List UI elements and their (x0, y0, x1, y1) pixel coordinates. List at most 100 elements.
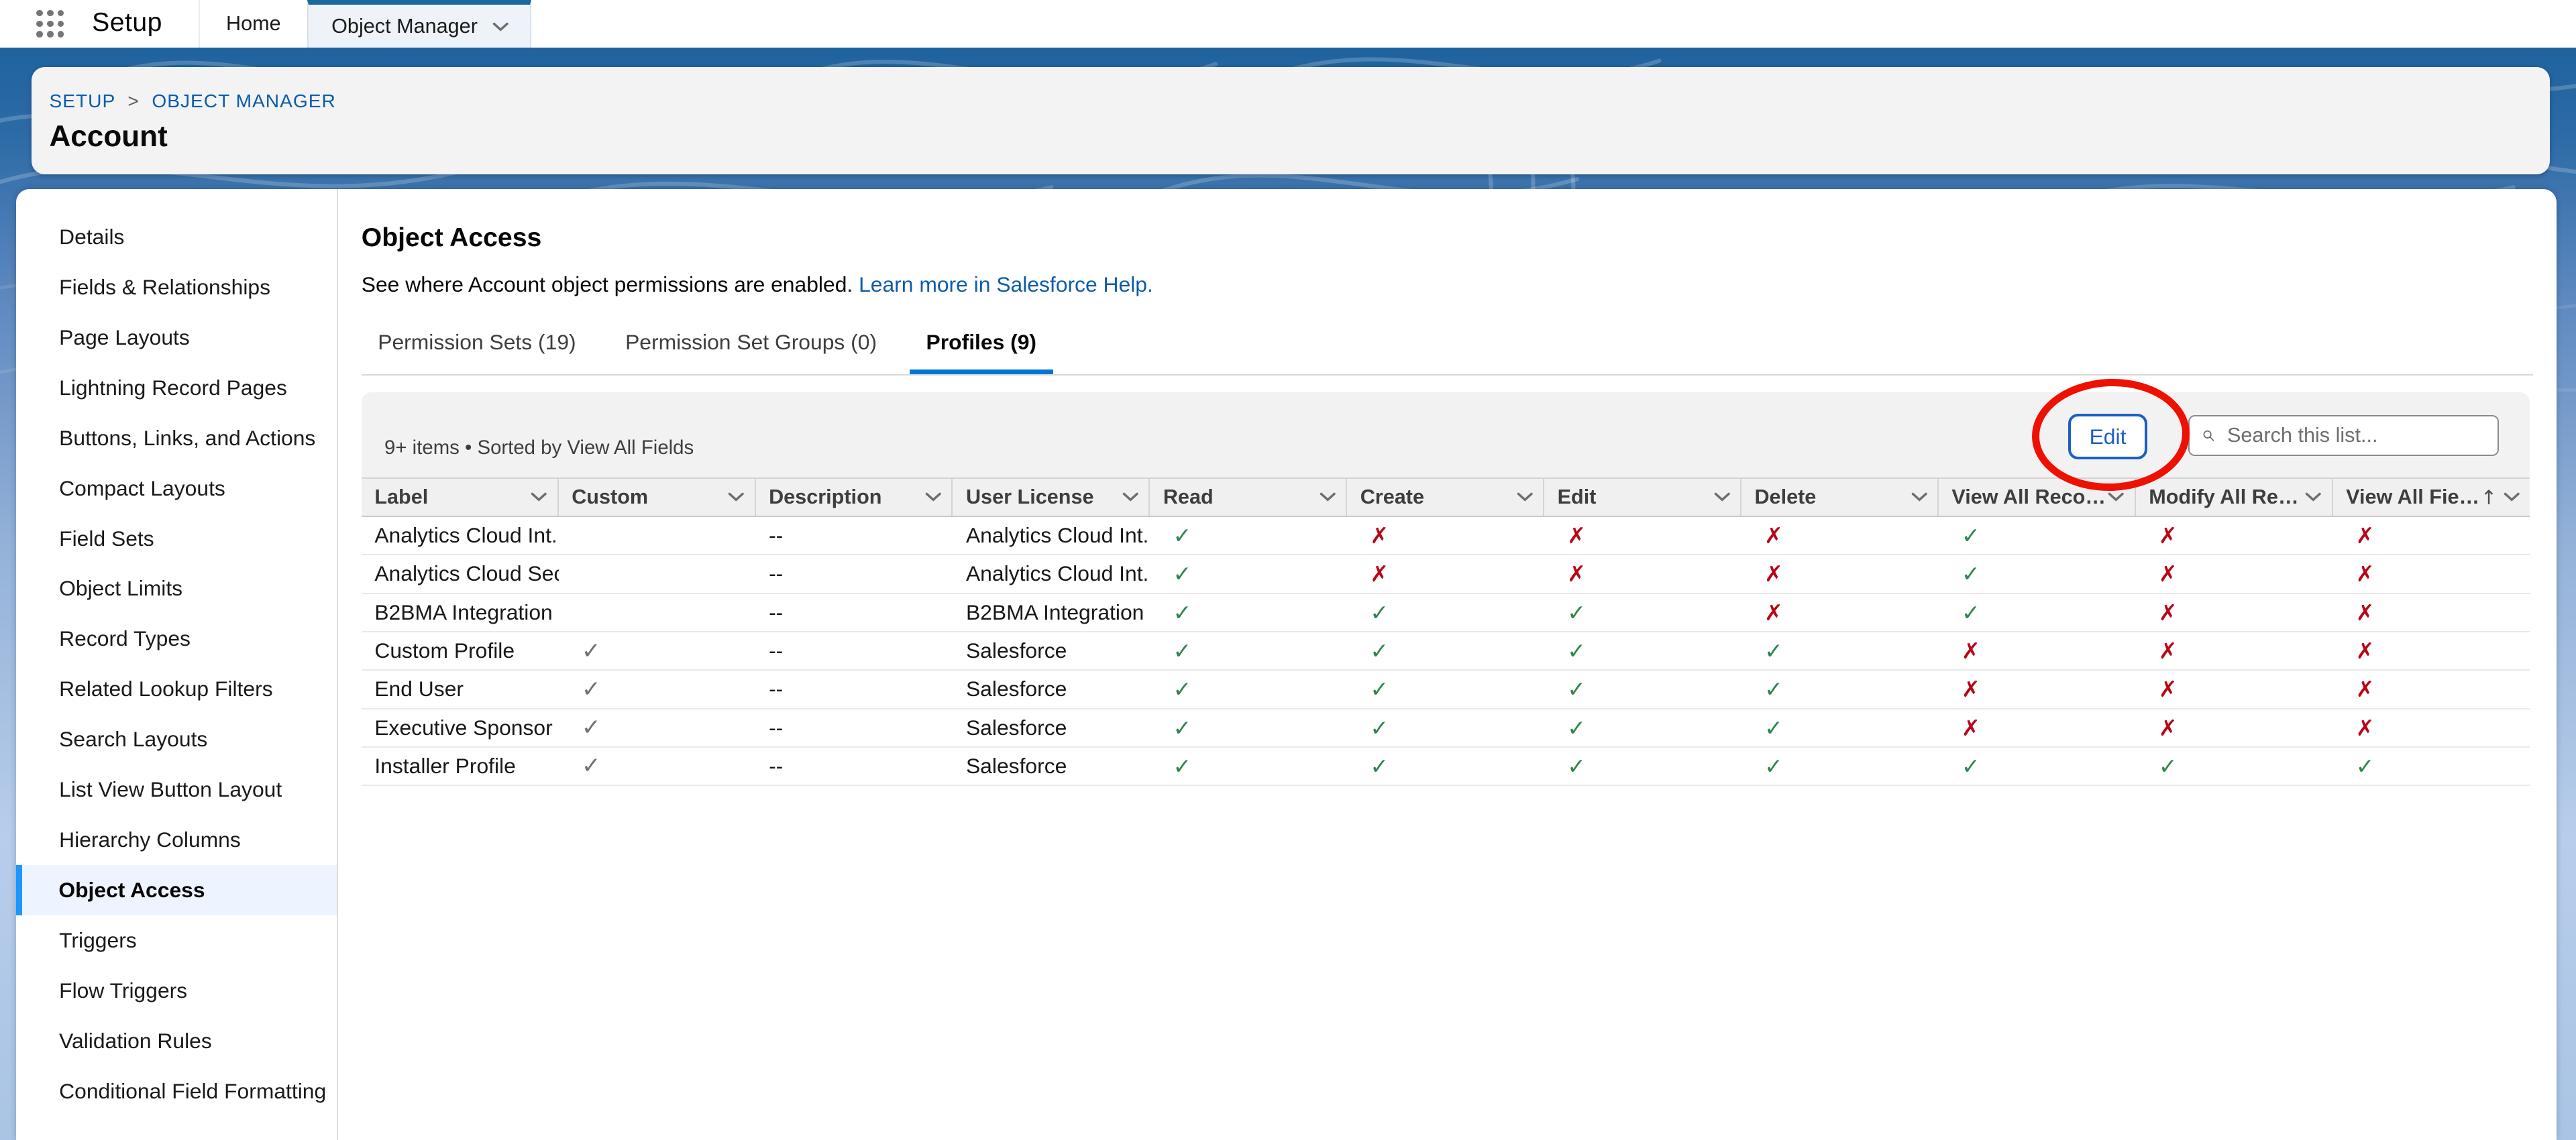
breadcrumb-setup-link[interactable]: SETUP (49, 91, 115, 111)
cell-label: End User (362, 671, 559, 707)
cell-create: ✗ (1347, 555, 1544, 592)
check-icon: ✓ (1962, 561, 1980, 587)
check-icon: ✓ (1370, 753, 1389, 779)
sidebar-item-list-view-button-layout[interactable]: List View Button Layout (16, 764, 337, 815)
cell-custom: ✓ (559, 748, 756, 785)
column-header-label[interactable]: Label (362, 479, 559, 516)
cell-modify-all-records: ✗ (2136, 671, 2333, 707)
chevron-down-icon[interactable] (2108, 492, 2124, 502)
column-header-description[interactable]: Description (756, 479, 953, 516)
column-header-delete[interactable]: Delete (1741, 479, 1939, 516)
sidebar-item-hierarchy-columns[interactable]: Hierarchy Columns (16, 815, 337, 865)
nav-tab-home[interactable]: Home (199, 0, 307, 48)
cell-read: ✓ (1150, 748, 1347, 785)
nav-tab-object-manager[interactable]: Object Manager (307, 0, 531, 48)
column-header-modify-all-rec[interactable]: Modify All Rec... (2136, 479, 2333, 516)
sidebar-item-buttons-links-and-actions[interactable]: Buttons, Links, and Actions (16, 413, 337, 463)
chevron-down-icon[interactable] (492, 22, 508, 32)
cell-edit: ✓ (1544, 594, 1741, 631)
cell-modify-all-records: ✗ (2136, 517, 2333, 554)
cell-edit: ✗ (1544, 555, 1741, 592)
chevron-down-icon[interactable] (1714, 492, 1730, 502)
sidebar-item-details[interactable]: Details (16, 212, 337, 262)
table-row: Installer Profile✓--Salesforce✓✓✓✓✓✓✓ (362, 748, 2530, 786)
cell-delete: ✓ (1741, 709, 1939, 746)
sidebar-item-flow-triggers[interactable]: Flow Triggers (16, 966, 337, 1016)
cell-edit: ✓ (1544, 748, 1741, 785)
chevron-down-icon[interactable] (2504, 492, 2520, 502)
sidebar-item-related-lookup-filters[interactable]: Related Lookup Filters (16, 664, 337, 714)
sidebar-item-page-layouts[interactable]: Page Layouts (16, 312, 337, 363)
check-icon: ✓ (1567, 753, 1586, 779)
salesforce-setup-page: Setup HomeObject Manager SETUP > OBJECT … (0, 0, 2576, 1140)
check-icon: ✓ (1173, 715, 1192, 741)
sidebar-item-triggers[interactable]: Triggers (16, 915, 337, 966)
cross-icon: ✗ (2159, 600, 2178, 626)
column-header-view-all-fiel[interactable]: View All Fiel...↑ (2333, 479, 2530, 516)
sidebar-item-fields-relationships[interactable]: Fields & Relationships (16, 262, 337, 312)
sidebar-item-lightning-record-pages[interactable]: Lightning Record Pages (16, 363, 337, 413)
chevron-down-icon[interactable] (1122, 492, 1138, 502)
chevron-down-icon[interactable] (1517, 492, 1533, 502)
cell-user-license: Salesforce (953, 671, 1150, 707)
cell-description: -- (756, 555, 953, 592)
sidebar-item-compact-layouts[interactable]: Compact Layouts (16, 463, 337, 514)
cell-delete: ✓ (1741, 748, 1939, 785)
sidebar-item-field-sets[interactable]: Field Sets (16, 514, 337, 564)
chevron-down-icon[interactable] (1320, 492, 1336, 502)
app-launcher-icon[interactable] (36, 10, 66, 40)
cell-create: ✓ (1347, 671, 1544, 707)
check-icon: ✓ (1567, 600, 1586, 626)
check-icon: ✓ (1962, 600, 1980, 626)
sidebar-item-object-access[interactable]: Object Access (16, 865, 337, 915)
column-header-user-license[interactable]: User License (953, 479, 1150, 516)
table-body: Analytics Cloud Int...--Analytics Cloud … (362, 517, 2530, 786)
cell-view-all-records: ✓ (1939, 748, 2136, 785)
cell-delete: ✗ (1741, 517, 1939, 554)
cell-create: ✓ (1347, 748, 1544, 785)
description-text: See where Account object permissions are… (362, 272, 853, 296)
check-icon: ✓ (2159, 753, 2178, 779)
custom-check-icon: ✓ (582, 676, 601, 703)
cross-icon: ✗ (1962, 676, 1980, 702)
cell-view-all-records: ✓ (1939, 517, 2136, 554)
check-icon: ✓ (1173, 561, 1192, 587)
check-icon: ✓ (1173, 638, 1192, 664)
cross-icon: ✗ (2159, 522, 2178, 549)
list-search[interactable] (2188, 415, 2499, 456)
tab-permission-set-groups-0[interactable]: Permission Set Groups (0) (609, 330, 894, 374)
cell-view-all-fields: ✗ (2333, 594, 2530, 631)
search-input[interactable] (2224, 422, 2498, 449)
breadcrumb-separator: > (121, 91, 146, 111)
sidebar-item-validation-rules[interactable]: Validation Rules (16, 1016, 337, 1066)
sidebar-item-object-limits[interactable]: Object Limits (16, 563, 337, 614)
tab-permission-sets-19[interactable]: Permission Sets (19) (362, 330, 592, 374)
chevron-down-icon[interactable] (1911, 492, 1927, 502)
chevron-down-icon[interactable] (925, 492, 941, 502)
chevron-down-icon[interactable] (2305, 492, 2321, 502)
tab-profiles-9[interactable]: Profiles (9) (910, 330, 1053, 374)
check-icon: ✓ (1370, 715, 1389, 741)
breadcrumb-object-manager-link[interactable]: OBJECT MANAGER (152, 91, 335, 111)
column-header-create[interactable]: Create (1347, 479, 1544, 516)
section-description: See where Account object permissions are… (362, 272, 2557, 297)
cell-user-license: Salesforce (953, 709, 1150, 746)
chevron-down-icon[interactable] (531, 492, 547, 502)
sidebar-item-record-types[interactable]: Record Types (16, 614, 337, 664)
cell-read: ✓ (1150, 594, 1347, 631)
chevron-down-icon[interactable] (728, 492, 744, 502)
help-link[interactable]: Learn more in Salesforce Help. (859, 272, 1153, 296)
column-header-read[interactable]: Read (1150, 479, 1347, 516)
cell-custom (559, 555, 756, 592)
column-header-view-all-recor[interactable]: View All Recor... (1939, 479, 2136, 516)
check-icon: ✓ (1173, 753, 1192, 779)
sidebar-item-conditional-field-formatting[interactable]: Conditional Field Formatting (16, 1066, 337, 1117)
sidebar-item-search-layouts[interactable]: Search Layouts (16, 714, 337, 764)
column-header-edit[interactable]: Edit (1544, 479, 1741, 516)
column-header-label: Description (769, 486, 925, 509)
column-header-label: Read (1163, 486, 1320, 509)
check-icon: ✓ (1567, 676, 1586, 702)
edit-button[interactable]: Edit (2068, 414, 2147, 460)
check-icon: ✓ (1764, 676, 1783, 702)
column-header-custom[interactable]: Custom (559, 479, 756, 516)
